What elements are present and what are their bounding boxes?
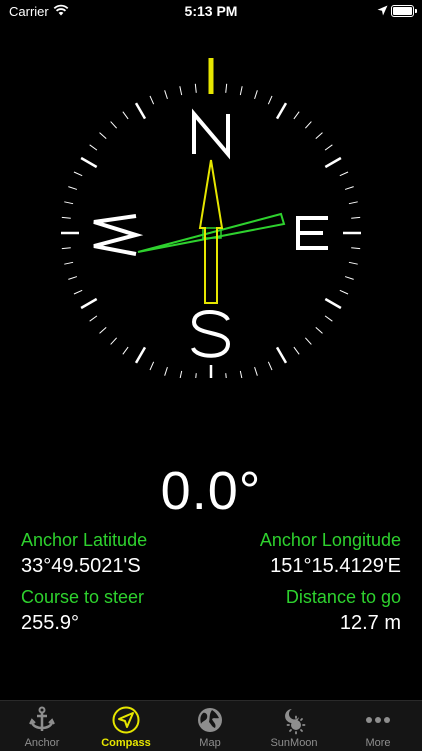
tab-sunmoon[interactable]: SunMoon: [252, 701, 336, 751]
compass-minor-tick: [225, 83, 228, 93]
compass-major-tick: [134, 102, 147, 120]
compass-minor-tick: [61, 216, 71, 219]
compass-minor-tick: [64, 201, 74, 205]
compass-minor-tick: [351, 247, 361, 250]
compass-minor-tick: [254, 366, 258, 376]
compass-minor-tick: [149, 361, 155, 371]
compass-minor-tick: [194, 83, 197, 93]
compass-minor-tick: [110, 337, 118, 345]
tab-label: SunMoon: [270, 737, 318, 749]
tab-label: More: [365, 737, 391, 749]
compass-dial: [61, 58, 361, 378]
distance-to-go-value: 12.7 m: [339, 612, 401, 634]
compass-minor-tick: [315, 326, 323, 334]
compass-major-tick: [80, 297, 98, 310]
compass-minor-tick: [179, 86, 183, 96]
course-to-steer-label: Course to steer: [21, 587, 145, 607]
compass-major-tick: [134, 346, 147, 364]
battery-icon: [391, 5, 417, 17]
compass-minor-tick: [293, 111, 300, 120]
tab-compass[interactable]: Compass: [84, 701, 168, 751]
status-time: 5:13 PM: [184, 3, 238, 19]
more-dots-icon: [366, 717, 390, 723]
tab-bar: Anchor Compass Map SunMoon More: [0, 700, 422, 751]
compass-minor-tick: [64, 261, 74, 265]
compass-major-tick: [324, 297, 342, 310]
compass-minor-tick: [195, 373, 197, 378]
tab-more[interactable]: More: [336, 701, 420, 751]
compass-minor-tick: [239, 86, 243, 96]
tab-label: Anchor: [24, 737, 60, 749]
compass-minor-tick: [304, 337, 312, 345]
compass-navigation-icon: [112, 706, 140, 734]
anchor-latitude-value: 33°49.5021'S: [21, 555, 141, 577]
compass-minor-tick: [293, 346, 300, 355]
compass-minor-tick: [267, 95, 273, 105]
compass-major-tick: [324, 156, 342, 169]
compass-minor-tick: [149, 95, 155, 105]
tab-label: Compass: [101, 737, 151, 749]
compass-minor-tick: [239, 370, 243, 378]
compass-minor-tick: [339, 171, 349, 177]
heading-readout: 0.0°: [160, 461, 262, 521]
compass-minor-tick: [344, 276, 354, 280]
compass-minor-tick: [110, 121, 118, 129]
compass-minor-tick: [225, 373, 227, 378]
compass-minor-tick: [89, 144, 98, 151]
status-bar: Carrier 5:13 PM: [0, 0, 422, 24]
compass-minor-tick: [348, 201, 358, 205]
compass-minor-tick: [99, 326, 107, 334]
compass-minor-tick: [122, 346, 129, 355]
anchor-icon: [29, 706, 55, 731]
compass-minor-tick: [304, 121, 312, 129]
anchor-latitude-label: Anchor Latitude: [21, 530, 148, 550]
tab-label: Map: [199, 737, 221, 749]
cardinal-west-letter: [93, 214, 144, 256]
compass-minor-tick: [68, 186, 78, 190]
compass-minor-tick: [324, 144, 333, 151]
compass-minor-tick: [68, 276, 78, 280]
cardinal-east-letter: [296, 216, 328, 250]
compass-minor-tick: [164, 366, 168, 376]
tab-map[interactable]: Map: [168, 701, 252, 751]
compass-minor-tick: [73, 171, 83, 177]
compass-minor-tick: [179, 370, 183, 378]
cardinal-north-letter: [192, 108, 230, 160]
compass-minor-tick: [324, 315, 333, 322]
compass-minor-tick: [344, 186, 354, 190]
compass-minor-tick: [122, 111, 129, 120]
compass-minor-tick: [348, 261, 358, 265]
anchor-longitude-value: 151°15.4129'E: [270, 555, 401, 577]
anchor-longitude-label: Anchor Longitude: [259, 530, 401, 550]
tab-anchor[interactable]: Anchor: [0, 701, 84, 751]
compass-minor-tick: [254, 90, 258, 100]
sun-moon-icon: [285, 709, 306, 735]
compass-minor-tick: [164, 90, 168, 100]
compass-major-tick: [275, 346, 288, 364]
course-needle: [137, 212, 286, 253]
compass-minor-tick: [351, 216, 361, 219]
compass-major-tick: [80, 156, 98, 169]
compass-minor-tick: [267, 361, 273, 371]
distance-to-go-label: Distance to go: [285, 587, 401, 607]
globe-icon: [198, 708, 222, 732]
compass-major-tick: [275, 102, 288, 120]
cardinal-south-letter: [191, 310, 231, 358]
compass-minor-tick: [315, 132, 323, 140]
compass-minor-tick: [61, 247, 71, 250]
compass-minor-tick: [73, 289, 83, 295]
compass-minor-tick: [99, 132, 107, 140]
compass-minor-tick: [89, 315, 98, 322]
compass-minor-tick: [339, 289, 349, 295]
course-to-steer-value: 255.9°: [21, 612, 80, 634]
location-arrow-icon: [377, 5, 388, 16]
